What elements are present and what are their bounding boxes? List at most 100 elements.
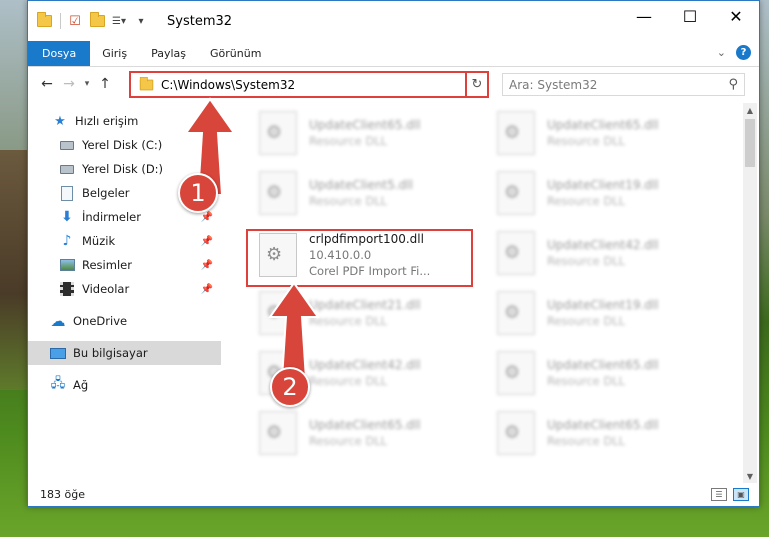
search-placeholder: Ara: System32: [509, 77, 598, 92]
file-item[interactable]: UpdateClient19.dll Resource DLL: [485, 165, 710, 221]
file-name: UpdateClient42.dll: [547, 238, 659, 252]
nav-label: Belgeler: [82, 186, 130, 200]
music-icon: ♪: [62, 233, 72, 249]
computer-icon: [50, 345, 66, 361]
file-description: Resource DLL: [547, 374, 626, 388]
vertical-scrollbar[interactable]: ▲ ▼: [743, 103, 757, 483]
file-description: Resource DLL: [547, 434, 626, 448]
star-icon: ★: [54, 113, 66, 129]
file-name: UpdateClient19.dll: [547, 298, 659, 312]
file-name: UpdateClient65.dll: [547, 358, 659, 372]
file-item[interactable]: UpdateClient65.dll Resource DLL: [247, 105, 472, 161]
file-item[interactable]: UpdateClient65.dll Resource DLL: [485, 345, 710, 401]
new-folder-icon[interactable]: [89, 12, 105, 29]
refresh-icon: ↻: [471, 77, 483, 92]
nav-label: Müzik: [82, 234, 116, 248]
nav-item-pictures[interactable]: Resimler 📌: [28, 253, 221, 277]
pin-icon: 📌: [200, 235, 213, 247]
nav-label: Yerel Disk (C:): [82, 138, 163, 152]
title-bar: ☑ ☰▾ ▾ System32 — ☐ ✕: [28, 1, 759, 41]
large-icons-view-icon[interactable]: ▣: [733, 488, 749, 501]
folder-icon: [139, 76, 154, 90]
address-path: C:\Windows\System32: [161, 77, 296, 92]
file-name: UpdateClient65.dll: [547, 118, 659, 132]
file-item[interactable]: UpdateClient65.dll Resource DLL: [485, 105, 710, 161]
tab-view[interactable]: Görünüm: [198, 41, 273, 66]
back-arrow-icon[interactable]: ←: [36, 73, 58, 95]
dll-file-icon: [497, 111, 535, 155]
item-count: 183 öğe: [40, 487, 85, 501]
file-item[interactable]: UpdateClient42.dll Resource DLL: [485, 225, 710, 281]
file-item[interactable]: UpdateClient65.dll Resource DLL: [247, 405, 472, 461]
file-description: Resource DLL: [547, 134, 626, 148]
toolbar-dropdown-icon[interactable]: ▾: [133, 13, 149, 29]
nav-label: Resimler: [82, 258, 132, 272]
file-item[interactable]: UpdateClient5.dll Resource DLL: [247, 165, 472, 221]
customize-toolbar-icon[interactable]: ☰▾: [111, 13, 127, 29]
file-name: UpdateClient65.dll: [547, 418, 659, 432]
window-title: System32: [167, 13, 233, 29]
dll-file-icon: [497, 291, 535, 335]
nav-item-videos[interactable]: Videolar 📌: [28, 277, 221, 301]
search-input[interactable]: Ara: System32 ⚲: [502, 73, 745, 96]
maximize-button[interactable]: ☐: [667, 1, 713, 31]
pictures-icon: [59, 257, 75, 273]
file-item[interactable]: UpdateClient19.dll Resource DLL: [485, 285, 710, 341]
drive-icon: [59, 161, 75, 177]
refresh-button[interactable]: ↻: [465, 71, 489, 98]
file-highlight-box: [246, 229, 473, 287]
nav-label: OneDrive: [73, 314, 128, 328]
dll-file-icon: [497, 351, 535, 395]
file-name: UpdateClient65.dll: [309, 118, 421, 132]
nav-this-pc[interactable]: Bu bilgisayar: [28, 341, 221, 365]
annotation-arrow-2: [268, 281, 320, 380]
status-bar: 183 öğe ☰ ▣: [28, 482, 759, 506]
scrollbar-thumb[interactable]: [745, 119, 755, 167]
nav-item-music[interactable]: ♪ Müzik 📌: [28, 229, 221, 253]
file-item[interactable]: UpdateClient65.dll Resource DLL: [485, 405, 710, 461]
cloud-icon: ☁: [50, 312, 66, 330]
pin-icon: 📌: [200, 211, 213, 223]
file-description: Resource DLL: [309, 134, 388, 148]
view-buttons: ☰ ▣: [711, 488, 749, 501]
scroll-up-arrow-icon[interactable]: ▲: [743, 103, 757, 117]
address-row: ← → ▾ ↑ C:\Windows\System32 ⌄ ↻ Ara: Sys…: [28, 67, 759, 101]
drive-icon: [59, 137, 75, 153]
details-view-icon[interactable]: ☰: [711, 488, 727, 501]
expand-ribbon-icon[interactable]: ⌄: [717, 46, 726, 59]
dll-file-icon: [497, 411, 535, 455]
downloads-icon: ⬇: [61, 209, 73, 225]
tab-file[interactable]: Dosya: [28, 41, 91, 66]
nav-label: Hızlı erişim: [75, 114, 139, 128]
minimize-button[interactable]: —: [621, 1, 667, 31]
tab-share[interactable]: Paylaş: [139, 41, 198, 66]
pin-icon: 📌: [200, 259, 213, 271]
up-arrow-icon[interactable]: ↑: [94, 73, 116, 95]
file-description: Resource DLL: [547, 194, 626, 208]
nav-network[interactable]: 🖧 Ağ: [28, 373, 221, 397]
nav-label: İndirmeler: [82, 210, 141, 224]
help-icon[interactable]: ?: [736, 45, 751, 60]
forward-arrow-icon[interactable]: →: [58, 73, 80, 95]
nav-onedrive[interactable]: ☁ OneDrive: [28, 309, 221, 333]
folder-icon: [36, 12, 52, 29]
toolbar-separator: [60, 13, 61, 29]
tab-home[interactable]: Giriş: [90, 41, 139, 66]
close-button[interactable]: ✕: [713, 1, 759, 31]
properties-icon[interactable]: ☑: [67, 13, 83, 29]
file-description: Resource DLL: [547, 254, 626, 268]
file-name: UpdateClient65.dll: [309, 418, 421, 432]
address-bar[interactable]: C:\Windows\System32 ⌄: [129, 71, 488, 98]
ribbon-right-controls: ⌄ ?: [717, 45, 751, 60]
recent-locations-chevron-icon[interactable]: ▾: [80, 73, 94, 95]
file-name: UpdateClient5.dll: [309, 178, 413, 192]
nav-label: Ağ: [73, 378, 89, 392]
search-icon[interactable]: ⚲: [728, 77, 738, 92]
dll-file-icon: [259, 111, 297, 155]
file-name: UpdateClient19.dll: [547, 178, 659, 192]
dll-file-icon: [259, 171, 297, 215]
documents-icon: [59, 185, 75, 201]
scroll-down-arrow-icon[interactable]: ▼: [743, 469, 757, 483]
videos-icon: [59, 281, 75, 297]
dll-file-icon: [497, 231, 535, 275]
